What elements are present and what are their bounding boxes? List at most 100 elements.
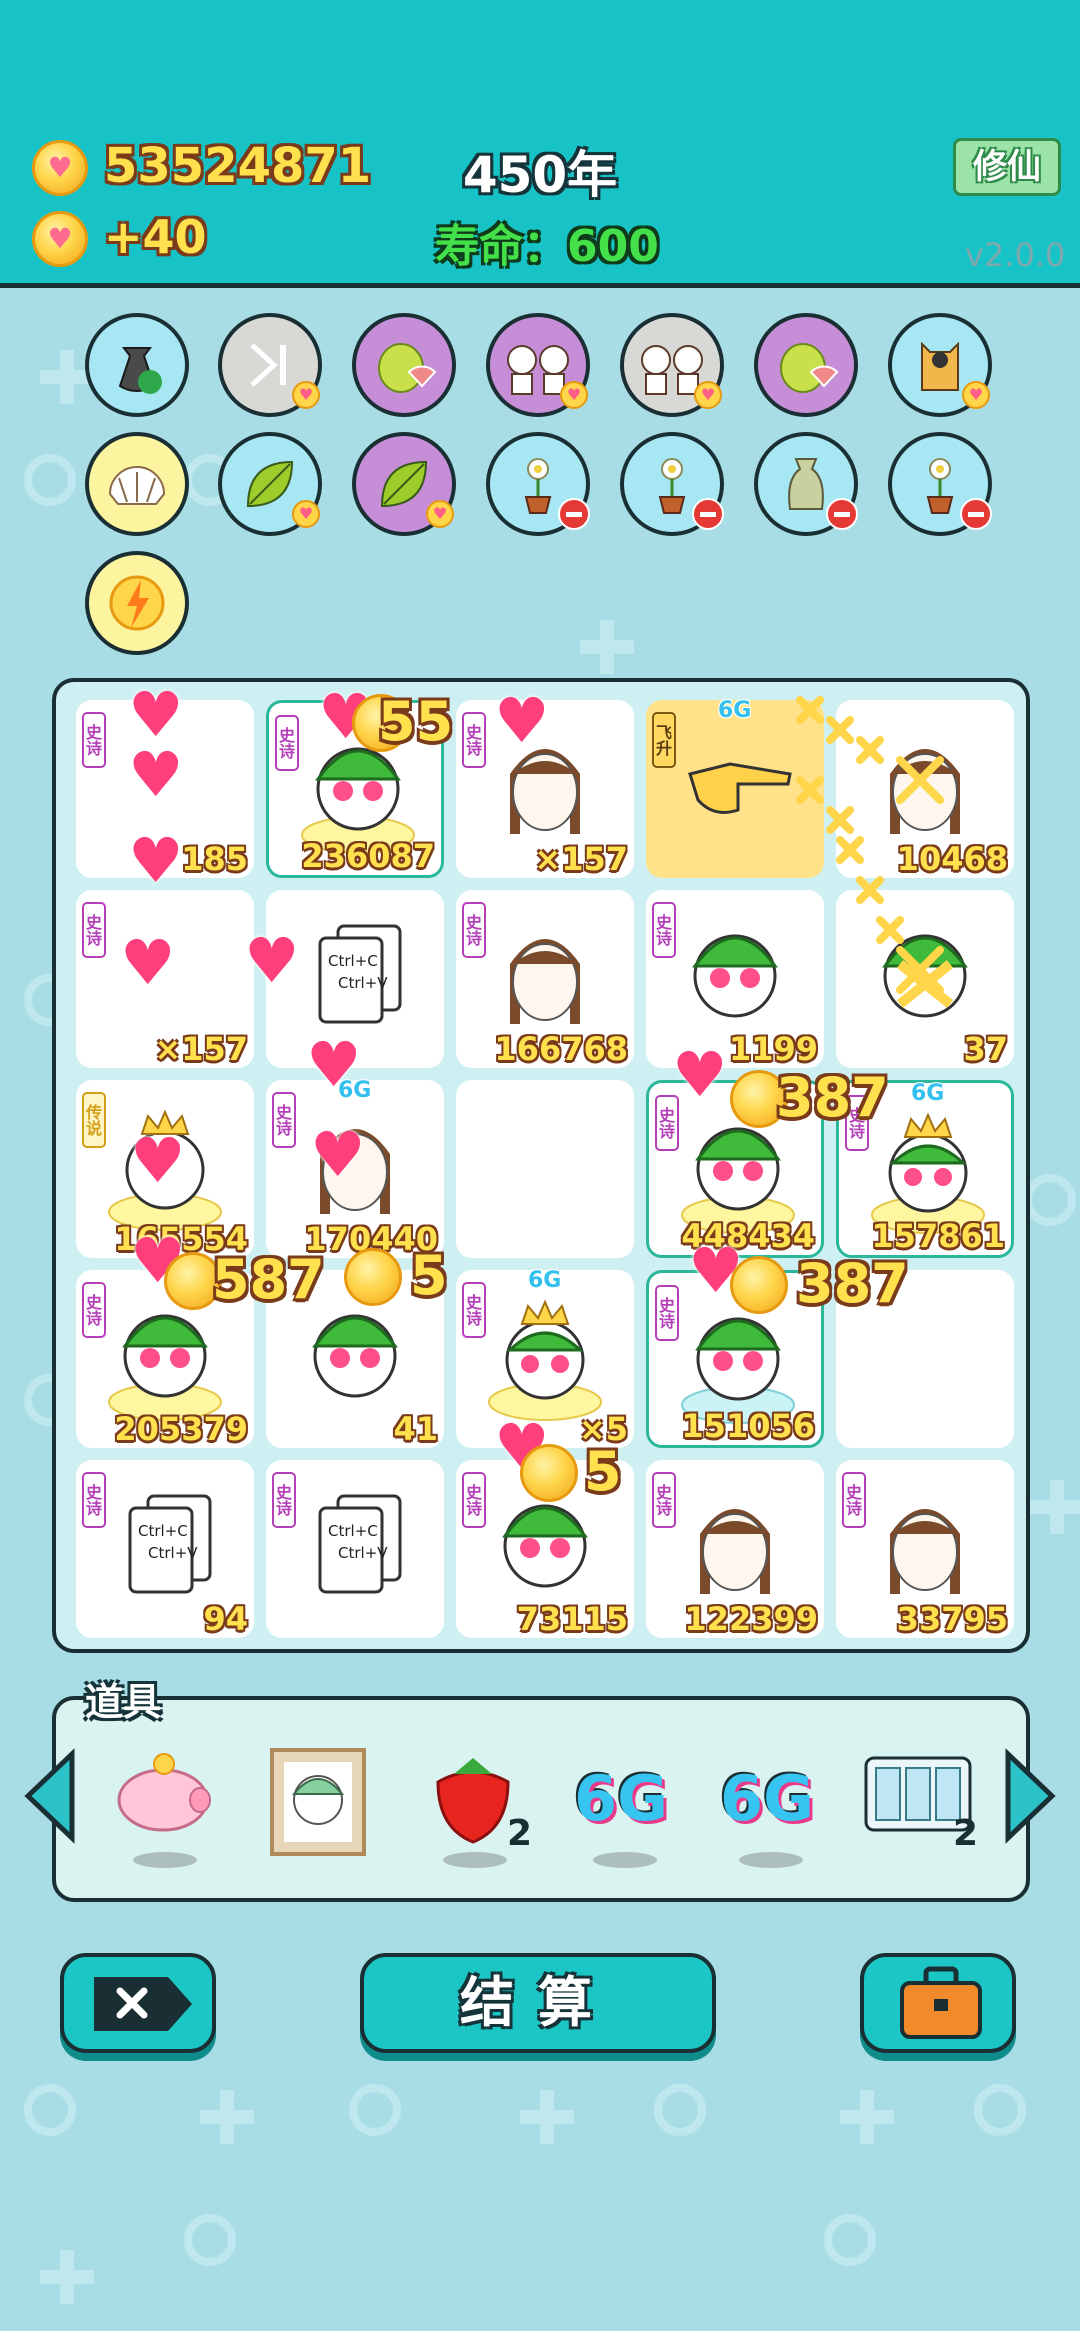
settle-button[interactable]: 结算 (360, 1953, 716, 2053)
board-cell[interactable]: 史诗 Ctrl+C Ctrl+V (266, 1460, 444, 1638)
cell-count: 37 (963, 1030, 1008, 1068)
board-cell[interactable]: 史诗 166768 (456, 890, 634, 1068)
remove-badge-icon[interactable] (692, 498, 724, 530)
remove-badge-icon[interactable] (960, 498, 992, 530)
lightning-icon (109, 575, 165, 631)
board-cell-empty[interactable] (456, 1080, 634, 1258)
top-status-bar: 53524871 +40 450年 寿命：600 修仙 v2.0.0 (0, 0, 1080, 288)
cell-count: 1199 (728, 1030, 818, 1068)
recycle-bag-item[interactable] (85, 313, 189, 417)
prop-6g-2[interactable]: 6G (714, 1748, 824, 1868)
floating-number: 5 (410, 1244, 448, 1307)
heart-effect-icon: ♥ (244, 924, 300, 997)
green-hat-man-icon (108, 1314, 222, 1421)
crowned-man-icon (488, 1299, 602, 1421)
copy-label: Ctrl+C (328, 952, 378, 970)
cell-count: ×157 (534, 840, 628, 878)
prop-portrait[interactable] (262, 1748, 372, 1868)
board-cell[interactable]: 史诗 33795 (836, 1460, 1014, 1638)
heart-badge-icon: ♥ (560, 381, 588, 409)
delete-button[interactable] (60, 1953, 216, 2053)
remove-badge-icon[interactable] (826, 498, 858, 530)
flower-pot-item-2[interactable] (620, 432, 724, 536)
floating-number: 5 (584, 1440, 622, 1503)
pomelo-icon (780, 343, 839, 393)
heart-effect-icon: ♥ (128, 678, 184, 751)
cell-count: 185 (181, 840, 248, 878)
sack-item[interactable] (754, 432, 858, 536)
cow-pair-item-2[interactable]: ♥ (620, 313, 724, 417)
settle-button-label: 结算 (460, 1971, 616, 2034)
shell-icon (108, 466, 166, 505)
floating-number: 587 (212, 1248, 325, 1311)
lifespan-label: 寿命： (435, 221, 567, 272)
prop-shadow (133, 1852, 197, 1868)
prop-shadow (593, 1852, 657, 1868)
cat-item[interactable]: ♥ (888, 313, 992, 417)
cell-count: 236087 (301, 837, 435, 875)
pomelo-icon (378, 343, 437, 393)
sparkle-trail-effect (796, 696, 944, 994)
lifespan-value: 600 (567, 221, 659, 272)
prop-6g[interactable]: 6G (568, 1748, 678, 1868)
leaf-item-2[interactable]: ♥ (352, 432, 456, 536)
board-cell[interactable]: 史诗 122399 (646, 1460, 824, 1638)
paste-label: Ctrl+V (148, 1544, 198, 1562)
arrow-right-icon[interactable] (1000, 1746, 1060, 1846)
coin-income-icon (32, 211, 88, 267)
copy-paste-icon: Ctrl+C Ctrl+V (318, 1494, 402, 1594)
prop-shadow (443, 1852, 507, 1868)
coin-effect-icon (730, 1256, 788, 1314)
cell-count: ×157 (154, 1030, 248, 1068)
shell-item[interactable] (85, 432, 189, 536)
board-cell[interactable]: 史诗 Ctrl+C Ctrl+V 94 (76, 1460, 254, 1638)
leaf-item[interactable]: ♥ (218, 432, 322, 536)
pomelo-item[interactable] (352, 313, 456, 417)
pomelo-item-2[interactable] (754, 313, 858, 417)
bag-button[interactable] (860, 1953, 1016, 2053)
6g-icon: 6G (720, 1762, 815, 1835)
paste-label: Ctrl+V (338, 1544, 388, 1562)
coin-effect-icon (520, 1444, 578, 1502)
year-counter: 450年 (462, 146, 618, 204)
coin-income: +40 (104, 210, 207, 264)
cell-count: 157861 (871, 1217, 1005, 1255)
green-hat-man-icon (681, 1317, 795, 1424)
remove-badge-icon[interactable] (558, 498, 590, 530)
cultivate-button[interactable]: 修仙 (953, 138, 1061, 196)
heart-effect-icon: ♥ (128, 738, 184, 811)
arrow-left-icon[interactable] (20, 1746, 80, 1846)
briefcase-icon (900, 1966, 982, 2039)
coin-total: 53524871 (104, 138, 372, 194)
coin-effect-icon (344, 1248, 402, 1306)
prop-cards[interactable]: 2 (864, 1748, 978, 1868)
leaf-icon (380, 460, 428, 508)
prop-strawberry[interactable]: 2 (418, 1748, 532, 1868)
heart-effect-icon: ♥ (672, 1038, 728, 1111)
cell-count: 166768 (494, 1030, 628, 1068)
cell-count: 205379 (114, 1410, 248, 1448)
paste-label: Ctrl+V (338, 974, 388, 992)
prop-piggy-bank[interactable] (108, 1748, 218, 1868)
cell-count: 41 (393, 1410, 438, 1448)
coin-icon (32, 140, 88, 196)
copy-label: Ctrl+C (328, 1522, 378, 1540)
flower-pot-item-3[interactable] (888, 432, 992, 536)
piggy-bank-icon (117, 1753, 211, 1832)
epic-tag: 史诗 (82, 902, 106, 958)
cell-count: 94 (203, 1600, 248, 1638)
prop-count: 2 (506, 1813, 532, 1854)
prop-count: 2 (952, 1813, 978, 1854)
props-label: 道具 (85, 1680, 162, 1724)
props-bar: 2 6G 6G 2 (52, 1696, 1030, 1902)
skip-item[interactable]: ♥ (218, 313, 322, 417)
flower-pot-item[interactable] (486, 432, 590, 536)
cow-pair-item[interactable]: ♥ (486, 313, 590, 417)
heart-effect-icon: ♥ (128, 824, 184, 897)
lightning-item[interactable] (85, 551, 189, 655)
6g-icon: 6G (574, 1762, 669, 1835)
skip-icon (250, 343, 286, 387)
copy-paste-icon: Ctrl+C Ctrl+V (318, 924, 402, 1024)
heart-effect-icon: ♥ (494, 684, 550, 757)
cell-count: 122399 (684, 1600, 818, 1638)
